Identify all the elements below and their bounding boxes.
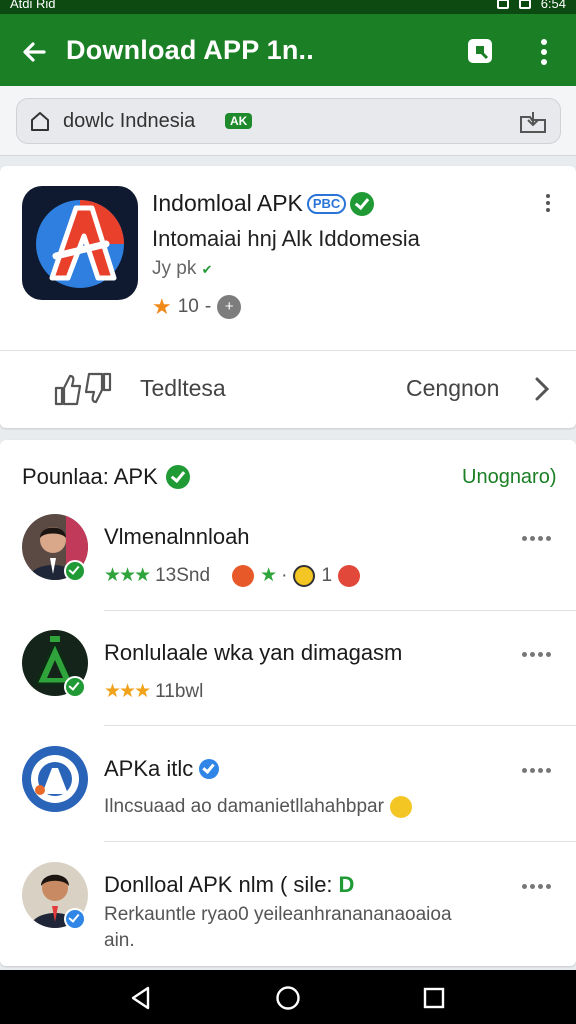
verified-icon <box>165 465 190 489</box>
verified-icon <box>350 191 375 216</box>
star-icon: ★ <box>152 294 172 319</box>
app-more-icon[interactable] <box>545 194 551 216</box>
rating-stars: ★★★ <box>104 565 151 586</box>
app-rating: ★ 10 - + <box>152 294 242 320</box>
action-left-label[interactable]: Tedltesa <box>140 375 226 402</box>
list-item[interactable]: APKa itlc Ilncsuaad ao damanietllahahbpa… <box>0 746 576 862</box>
more-vert-icon[interactable] <box>532 36 556 68</box>
download-folder-icon[interactable] <box>518 109 548 135</box>
status-time: 6:54 <box>540 0 566 11</box>
rating-star: ★ <box>260 565 277 586</box>
rating-separator: - <box>204 296 212 317</box>
item-more-icon[interactable] <box>522 536 554 544</box>
app-name: Indomloal APK PBC <box>152 190 375 217</box>
list-item[interactable]: Ronlulaale wka yan dimagasm ★★★ 11bwl <box>0 630 576 746</box>
thumbs-icon[interactable] <box>52 372 114 406</box>
app-badge: PBC <box>306 193 347 214</box>
app-bar: Download APP 1n.. <box>0 14 576 86</box>
item-title-text: Donlloal APK nlm <box>104 872 274 897</box>
popular-list-card: Pounlaa: APK Unognaro) Vlmenalnnloah ★★★… <box>0 440 576 966</box>
rating-stars: ★★★ <box>104 681 151 702</box>
item-meta-text: 11bwl <box>155 680 204 702</box>
battery-icon <box>518 0 531 9</box>
share-icon[interactable] <box>466 37 494 65</box>
item-more-icon[interactable] <box>522 884 554 892</box>
chevron-right-icon[interactable] <box>532 374 552 404</box>
info-icon: + <box>217 295 242 319</box>
list-heading: Pounlaa: APK <box>22 464 190 490</box>
search-input[interactable]: dowlc Indnesia AK <box>16 98 561 144</box>
item-subtitle-text: Ilncsuaad ao damanietllahahbpar <box>104 796 384 817</box>
app-card[interactable]: Indomloal APK PBC Intomaiai hnj Alk Iddo… <box>0 166 576 428</box>
item-title: Vlmenalnnloah <box>104 524 250 549</box>
item-title: APKa itlc <box>104 756 220 782</box>
item-more-icon[interactable] <box>522 768 554 776</box>
item-subtitle: Ilncsuaad ao damanietllahahbpar <box>104 796 412 818</box>
item-meta: ★★★ 13Snd ★ · 1 <box>104 564 361 587</box>
item-title: Ronlulaale wka yan dimagasm <box>104 640 403 665</box>
list-item[interactable]: Donlloal APK nlm ( sile: D Rerkauntle ry… <box>0 862 576 978</box>
nav-recents-icon[interactable] <box>421 985 447 1011</box>
check-icon: ✔ <box>201 262 213 277</box>
nav-home-icon[interactable] <box>275 985 301 1011</box>
divider <box>104 725 576 726</box>
search-query: dowlc Indnesia <box>63 110 196 132</box>
item-subtitle: Rerkauntle ryao0 yeileanhranananaoaioa a… <box>104 904 452 951</box>
list-heading-text: Pounlaa: APK <box>22 464 158 489</box>
item-meta-text: 13Snd <box>155 564 211 586</box>
verified-icon <box>64 676 86 698</box>
action-right-label[interactable]: Cengnon <box>406 375 499 402</box>
home-icon <box>31 112 49 131</box>
status-carrier: Atdi Rid <box>10 0 56 11</box>
fire-icon <box>232 564 255 587</box>
nav-back-icon[interactable] <box>128 985 154 1011</box>
search-tag: AK <box>225 113 253 129</box>
app-logo-icon <box>22 186 138 300</box>
system-nav-bar <box>0 970 576 1024</box>
emoji-icon <box>293 564 316 587</box>
back-arrow-icon[interactable] <box>18 36 50 68</box>
divider <box>0 350 576 351</box>
list-item[interactable]: Vlmenalnnloah ★★★ 13Snd ★ · 1 <box>0 514 576 630</box>
item-meta-count: 1 <box>321 564 333 586</box>
verified-icon <box>64 908 86 930</box>
item-title: Donlloal APK nlm ( sile: D <box>104 872 354 898</box>
verified-icon <box>199 759 220 779</box>
item-title-text: APKa itlc <box>104 756 194 781</box>
rating-value: 10 <box>177 296 199 317</box>
search-area: dowlc Indnesia AK <box>0 86 576 156</box>
app-developer-text: Jy pk <box>152 258 197 279</box>
item-title-extra: ( sile: <box>279 872 333 897</box>
app-name-text: Indomloal APK <box>152 190 303 216</box>
app-developer: Jy pk ✔ <box>152 258 213 280</box>
page-title: Download APP 1n.. <box>66 35 314 65</box>
signal-icon <box>496 0 509 9</box>
see-all-link[interactable]: Unognaro) <box>462 466 557 489</box>
divider <box>104 610 576 611</box>
avatar <box>22 746 88 812</box>
item-more-icon[interactable] <box>522 652 554 660</box>
red-badge-icon <box>338 564 361 587</box>
verified-icon <box>64 560 86 582</box>
emoji-icon <box>389 796 412 818</box>
item-title-tag: D <box>338 872 355 897</box>
item-meta: ★★★ 11bwl <box>104 680 203 703</box>
status-bar: Atdi Rid 6:54 <box>0 0 576 14</box>
divider <box>104 841 576 842</box>
item-meta-dot: · <box>281 564 288 586</box>
app-subtitle: Intomaiai hnj Alk Iddomesia <box>152 226 420 251</box>
action-row: Tedltesa Cengnon <box>0 352 576 428</box>
